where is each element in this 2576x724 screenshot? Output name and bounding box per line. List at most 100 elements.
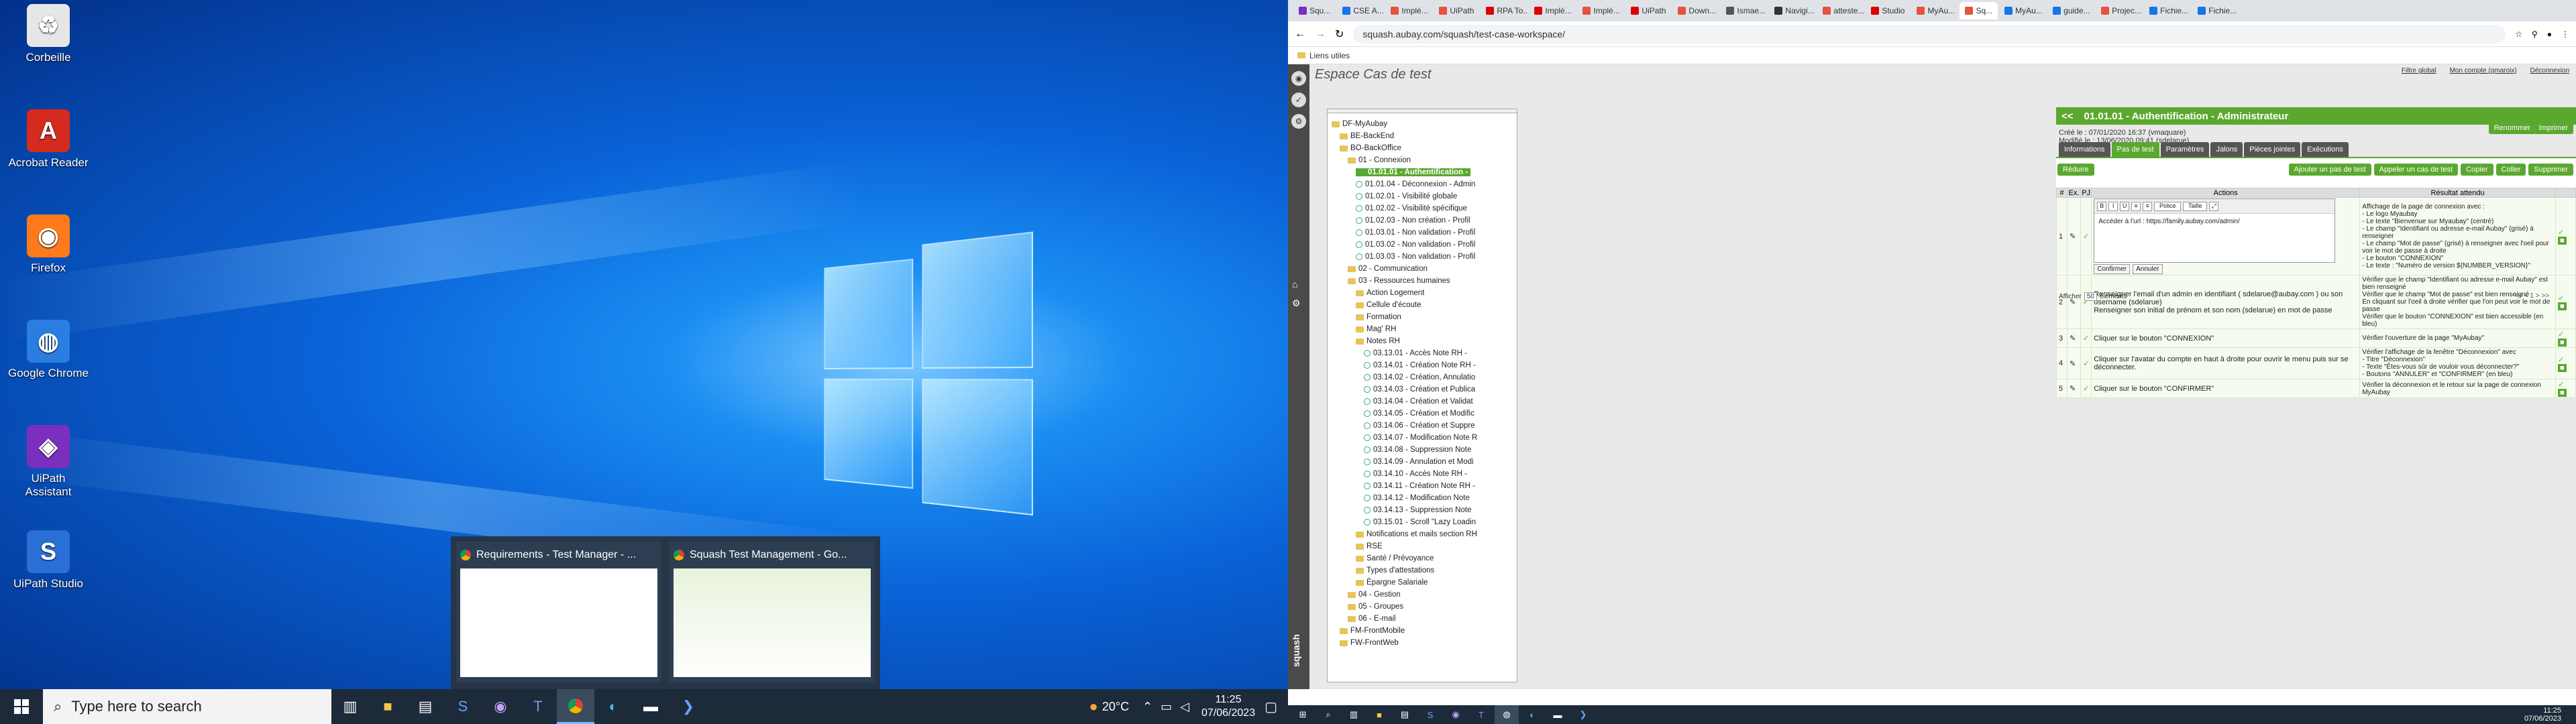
browser-tab[interactable]: Fichie...: [2144, 2, 2191, 19]
tree-folder[interactable]: 02 - Communication: [1348, 265, 1428, 273]
notepad-icon[interactable]: ▤: [1393, 705, 1417, 724]
tree-test-case[interactable]: 01.01.04 - Déconnexion - Admin: [1356, 180, 1475, 188]
step-edit-icon[interactable]: ✎: [2070, 360, 2076, 368]
tree-test-case[interactable]: 03.14.08 - Suppression Note: [1364, 446, 1471, 454]
step-row[interactable]: 2 ✎ ✓ Renseigner l'email d'un admin en iden…: [2057, 276, 2576, 329]
browser-tab[interactable]: Implé...: [1529, 2, 1576, 19]
collapse-arrows-icon[interactable]: <<: [2061, 111, 2074, 122]
my-account-link[interactable]: Mon compte (qmaroix): [2450, 67, 2517, 74]
nav-home-icon[interactable]: ◉: [1291, 71, 1306, 86]
browser-tab[interactable]: atteste...: [1817, 2, 1864, 19]
browser-tab[interactable]: Down...: [1672, 2, 1719, 19]
tree-folder[interactable]: Cellule d'écoute: [1356, 301, 1421, 309]
tree-test-case[interactable]: 03.13.01 - Accès Note RH -: [1364, 349, 1467, 357]
tree-test-case[interactable]: 03.14.06 - Création et Suppre: [1364, 422, 1475, 430]
browser-tab[interactable]: guide...: [2047, 2, 2094, 19]
page-size-select[interactable]: 50: [2084, 292, 2097, 301]
terminal-icon[interactable]: ▬: [1546, 705, 1570, 724]
powershell-icon[interactable]: ❯: [1571, 705, 1595, 724]
taskbar-clock[interactable]: 11:25 07/06/2023: [2524, 707, 2561, 723]
browser-tab[interactable]: Ismae...: [1721, 2, 1768, 19]
nav-test-case-icon[interactable]: ✓: [1291, 93, 1306, 107]
browser-tab[interactable]: Fichie...: [2192, 2, 2239, 19]
notepad-icon[interactable]: ▤: [407, 689, 444, 724]
tree-test-case[interactable]: 03.14.05 - Création et Modific: [1364, 410, 1474, 418]
action-button[interactable]: Ajouter un pas de test: [2289, 164, 2371, 176]
tree-folder[interactable]: FM-FrontMobile: [1340, 627, 1405, 635]
uipath-studio-taskbar-icon[interactable]: S: [444, 689, 482, 724]
tree-folder[interactable]: FW-FrontWeb: [1340, 639, 1399, 647]
action-button[interactable]: Supprimer: [2528, 164, 2573, 176]
cancel-button[interactable]: Annuler: [2133, 264, 2162, 274]
taskbar-search-box[interactable]: ⌕ Type here to search: [43, 689, 331, 724]
step-row[interactable]: 3 ✎ ✓ Cliquer sur le bouton "CONNEXION" Véri…: [2057, 329, 2576, 348]
tree-folder[interactable]: BO-BackOffice: [1340, 144, 1401, 152]
tree-test-case[interactable]: 03.14.02 - Création, Annulatio: [1364, 373, 1475, 381]
step-edit-icon[interactable]: ✎: [2070, 335, 2076, 343]
url-field[interactable]: squash.aubay.com/squash/test-case-worksp…: [1353, 25, 2506, 44]
file-explorer-icon[interactable]: ■: [369, 689, 407, 724]
desktop-icon-acrobat[interactable]: A Acrobat Reader: [8, 109, 89, 170]
tree-test-case[interactable]: 03.14.13 - Suppression Note: [1364, 506, 1471, 514]
browser-tab[interactable]: Studio: [1866, 2, 1910, 19]
clock-date[interactable]: 07/06/2023: [1201, 707, 1255, 720]
tree-folder[interactable]: BE-BackEnd: [1340, 132, 1394, 140]
delete-step-icon[interactable]: ■: [2558, 339, 2567, 347]
tree-folder[interactable]: DF-MyAubay: [1332, 120, 1387, 128]
tab-pas-de-test[interactable]: Pas de test: [2112, 142, 2159, 157]
network-icon[interactable]: ▭: [1161, 700, 1172, 714]
task-view-icon[interactable]: ▥: [331, 689, 369, 724]
delete-step-icon[interactable]: ■: [2558, 302, 2567, 310]
align-icon[interactable]: ≡: [2143, 202, 2152, 211]
bookmark-liens-utiles[interactable]: Liens utiles: [1309, 51, 1350, 60]
pager-nav[interactable]: << < 1 > >>: [2514, 292, 2549, 300]
browser-tab[interactable]: Implé...: [1577, 2, 1624, 19]
fullscreen-icon[interactable]: ⤢: [2209, 202, 2218, 211]
back-icon[interactable]: ←: [1295, 28, 1305, 40]
tree-test-case[interactable]: 01.02.03 - Non création - Profil: [1356, 217, 1470, 225]
tree-folder[interactable]: Épargne Salariale: [1356, 579, 1428, 587]
size-select[interactable]: Taille: [2183, 202, 2207, 211]
step-row[interactable]: 5 ✎ ✓ Cliquer sur le bouton "CONFIRMER" Véri…: [2057, 379, 2576, 398]
font-select[interactable]: Police: [2154, 202, 2181, 211]
rename-button[interactable]: Renommer: [2489, 122, 2536, 134]
tab-informations[interactable]: Informations: [2059, 142, 2110, 157]
volume-icon[interactable]: ◁: [1180, 700, 1189, 714]
chrome-taskbar-icon[interactable]: [557, 689, 594, 724]
extensions-icon[interactable]: ⚲: [2532, 29, 2538, 39]
tree-test-case[interactable]: 03.14.12 - Modification Note: [1364, 494, 1470, 502]
profile-icon[interactable]: ●: [2547, 29, 2552, 39]
tree-folder[interactable]: Mag' RH: [1356, 325, 1396, 333]
tab-param-tres[interactable]: Paramètres: [2161, 142, 2210, 157]
bookmark-star-icon[interactable]: ☆: [2515, 29, 2522, 39]
browser-tab[interactable]: Navigi...: [1769, 2, 1816, 19]
confirm-button[interactable]: Confirmer: [2094, 264, 2130, 274]
browser-tab[interactable]: Sq...: [1960, 2, 1998, 19]
desktop-icon-uipath-assistant[interactable]: ◈ UiPath Assistant: [8, 425, 89, 499]
teams-icon[interactable]: T: [1469, 705, 1493, 724]
tree-folder[interactable]: Formation: [1356, 313, 1401, 321]
browser-tab[interactable]: MyAu...: [1911, 2, 1958, 19]
tree-folder[interactable]: Action Logement: [1356, 289, 1424, 297]
tree-test-case[interactable]: 03.14.07 - Modification Note R: [1364, 434, 1477, 442]
delete-step-icon[interactable]: ■: [2558, 389, 2567, 397]
tree-folder[interactable]: 01 - Connexion: [1348, 156, 1411, 164]
bold-icon[interactable]: B: [2097, 202, 2106, 211]
task-view-icon[interactable]: ▥: [1342, 705, 1366, 724]
action-button[interactable]: Appeler un cas de test: [2374, 164, 2458, 176]
logout-link[interactable]: Déconnexion: [2530, 67, 2569, 74]
tree-test-case[interactable]: 01.03.02 - Non validation - Profil: [1356, 241, 1475, 249]
tree-folder[interactable]: 03 - Ressources humaines: [1348, 277, 1450, 285]
tree-folder[interactable]: 04 - Gestion: [1348, 591, 1401, 599]
tree-folder[interactable]: Notes RH: [1356, 337, 1400, 345]
browser-tab[interactable]: Projec...: [2096, 2, 2143, 19]
browser-tab[interactable]: UiPath: [1434, 2, 1479, 19]
italic-icon[interactable]: I: [2108, 202, 2118, 211]
tree-test-case[interactable]: 01.01.01 - Authentification -: [1356, 168, 1470, 176]
tray-chevron-icon[interactable]: ⌃: [1142, 700, 1152, 714]
tree-folder[interactable]: Types d'attestations: [1356, 566, 1434, 575]
step-edit-icon[interactable]: ✎: [2070, 233, 2076, 241]
global-filter-link[interactable]: Filtre global: [2402, 67, 2436, 74]
print-button[interactable]: Imprimer: [2534, 122, 2573, 134]
delete-step-icon[interactable]: ■: [2558, 237, 2567, 245]
